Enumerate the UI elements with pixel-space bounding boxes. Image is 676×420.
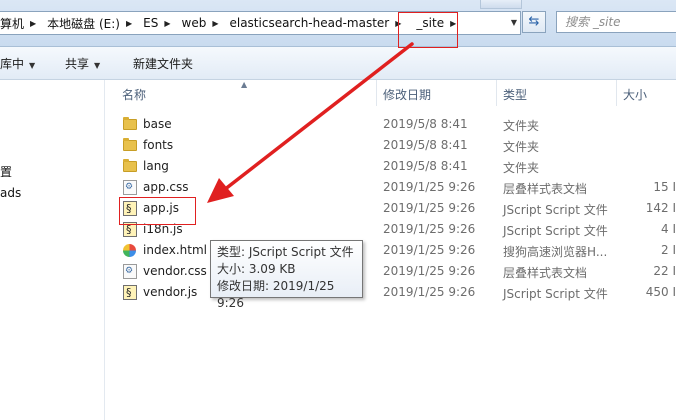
refresh-button[interactable]: ⇆ bbox=[522, 11, 546, 33]
file-type: 搜狗高速浏览器H... bbox=[503, 245, 608, 259]
file-modified: 2019/1/25 9:26 bbox=[383, 180, 476, 194]
window-control-fragment bbox=[480, 0, 522, 9]
breadcrumb-es[interactable]: ES bbox=[137, 16, 162, 30]
file-info-tooltip: 类型: JScript Script 文件 大小: 3.09 KB 修改日期: … bbox=[210, 240, 363, 310]
file-size: 2 I bbox=[661, 243, 676, 257]
breadcrumb-computer[interactable]: 算机 bbox=[0, 15, 28, 32]
column-divider[interactable] bbox=[496, 80, 497, 106]
nav-item-settings[interactable]: 置 bbox=[0, 163, 12, 180]
column-header-modified[interactable]: 修改日期 bbox=[383, 86, 431, 103]
file-size: 22 I bbox=[653, 264, 676, 278]
file-modified: 2019/1/25 9:26 bbox=[383, 243, 476, 257]
include-in-library-label: 库中 bbox=[0, 57, 25, 71]
address-history-dropdown-icon[interactable]: ▼ bbox=[508, 15, 520, 31]
sort-ascending-icon: ▲ bbox=[241, 80, 248, 89]
file-size: 450 I bbox=[645, 285, 676, 299]
file-size: 15 I bbox=[653, 180, 676, 194]
file-name: vendor.css bbox=[143, 264, 207, 278]
file-modified: 2019/1/25 9:26 bbox=[383, 285, 476, 299]
folder-icon bbox=[123, 117, 137, 130]
file-name: fonts bbox=[143, 138, 174, 152]
highlight-box-site-folder bbox=[398, 12, 458, 48]
navigation-pane[interactable]: 置 ads bbox=[0, 80, 105, 420]
file-type: 层叠样式表文档 bbox=[503, 182, 588, 196]
share-button[interactable]: 共享 ▼ bbox=[65, 55, 100, 72]
file-name: app.css bbox=[143, 180, 189, 194]
folder-icon bbox=[123, 159, 137, 172]
folder-icon bbox=[123, 138, 137, 151]
highlight-box-app-js bbox=[119, 197, 196, 225]
nav-item-downloads[interactable]: ads bbox=[0, 186, 21, 200]
breadcrumb-arrow-icon[interactable]: ▶ bbox=[28, 19, 41, 28]
tooltip-size: 大小: 3.09 KB bbox=[217, 262, 296, 276]
address-bar-area: 算机 ▶ 本地磁盘 (E:) ▶ ES ▶ web ▶ elasticsearc… bbox=[0, 0, 676, 47]
file-row-index-html[interactable]: index.html 2019/1/25 9:26 搜狗高速浏览器H... 2 … bbox=[105, 240, 676, 261]
chevron-down-icon: ▼ bbox=[29, 61, 36, 70]
file-size: 142 I bbox=[645, 201, 676, 215]
column-header-type[interactable]: 类型 bbox=[503, 86, 527, 103]
file-type: 文件夹 bbox=[503, 161, 540, 175]
file-type: 文件夹 bbox=[503, 140, 540, 154]
file-type: 文件夹 bbox=[503, 119, 540, 133]
file-name: base bbox=[143, 117, 172, 131]
file-type: JScript Script 文件 bbox=[503, 203, 608, 217]
file-name: vendor.js bbox=[143, 285, 198, 299]
search-input[interactable] bbox=[556, 11, 676, 33]
share-label: 共享 bbox=[65, 57, 90, 71]
column-header-name[interactable]: 名称 bbox=[122, 86, 146, 103]
file-row-vendor-js[interactable]: vendor.js 2019/1/25 9:26 JScript Script … bbox=[105, 282, 676, 303]
include-in-library-button[interactable]: 库中 ▼ bbox=[0, 55, 35, 72]
file-row-vendor-css[interactable]: vendor.css 2019/1/25 9:26 层叠样式表文档 22 I bbox=[105, 261, 676, 282]
column-divider[interactable] bbox=[376, 80, 377, 106]
file-row-fonts[interactable]: fonts 2019/5/8 8:41 文件夹 bbox=[105, 135, 676, 156]
file-row-base[interactable]: base 2019/5/8 8:41 文件夹 bbox=[105, 114, 676, 135]
breadcrumb-elasticsearch-head-master[interactable]: elasticsearch-head-master bbox=[223, 16, 393, 30]
sogou-browser-html-icon bbox=[123, 244, 136, 257]
file-modified: 2019/1/25 9:26 bbox=[383, 201, 476, 215]
file-type: 层叠样式表文档 bbox=[503, 266, 588, 280]
file-type: JScript Script 文件 bbox=[503, 224, 608, 238]
css-file-icon bbox=[123, 180, 137, 195]
file-row-app-css[interactable]: app.css 2019/1/25 9:26 层叠样式表文档 15 I bbox=[105, 177, 676, 198]
breadcrumb-arrow-icon[interactable]: ▶ bbox=[210, 19, 223, 28]
new-folder-button[interactable]: 新建文件夹 bbox=[133, 55, 193, 72]
breadcrumb-arrow-icon[interactable]: ▶ bbox=[124, 19, 137, 28]
tooltip-type: 类型: JScript Script 文件 bbox=[217, 245, 354, 259]
file-modified: 2019/5/8 8:41 bbox=[383, 159, 468, 173]
column-header-size[interactable]: 大小 bbox=[623, 86, 647, 103]
file-modified: 2019/5/8 8:41 bbox=[383, 117, 468, 131]
tooltip-date: 修改日期: 2019/1/25 9:26 bbox=[217, 279, 335, 310]
file-name: index.html bbox=[143, 243, 207, 257]
new-folder-label: 新建文件夹 bbox=[133, 57, 194, 71]
file-modified: 2019/5/8 8:41 bbox=[383, 138, 468, 152]
chevron-down-icon: ▼ bbox=[94, 61, 101, 70]
breadcrumb-drive-e[interactable]: 本地磁盘 (E:) bbox=[41, 15, 124, 32]
breadcrumb-arrow-icon[interactable]: ▶ bbox=[162, 19, 175, 28]
file-row-lang[interactable]: lang 2019/5/8 8:41 文件夹 bbox=[105, 156, 676, 177]
css-file-icon bbox=[123, 264, 137, 279]
breadcrumb-web[interactable]: web bbox=[176, 16, 211, 30]
column-divider[interactable] bbox=[616, 80, 617, 106]
file-modified: 2019/1/25 9:26 bbox=[383, 264, 476, 278]
file-name: lang bbox=[143, 159, 169, 173]
file-type: JScript Script 文件 bbox=[503, 287, 608, 301]
js-file-icon bbox=[123, 285, 137, 300]
command-toolbar: 库中 ▼ 共享 ▼ 新建文件夹 bbox=[0, 47, 676, 80]
file-modified: 2019/1/25 9:26 bbox=[383, 222, 476, 236]
file-size: 4 I bbox=[661, 222, 676, 236]
